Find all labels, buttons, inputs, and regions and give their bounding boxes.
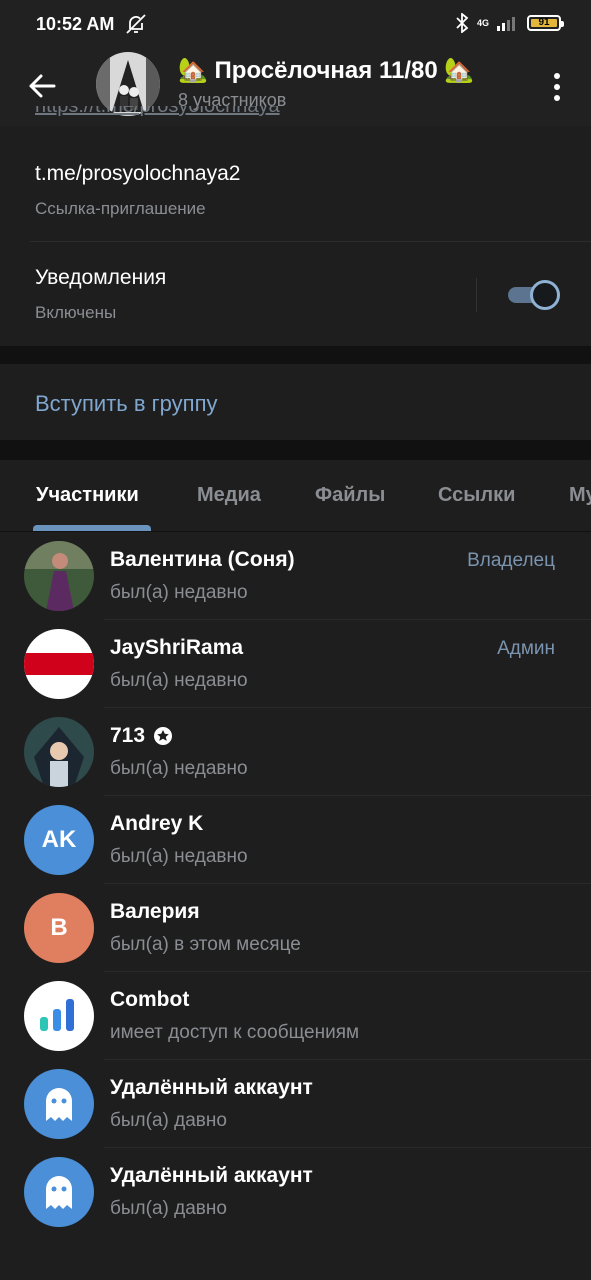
list-item[interactable]: Валентина (Соня) был(а) недавно Владелец — [0, 532, 591, 620]
member-status: был(а) недавно — [110, 582, 248, 603]
ghost-icon — [46, 1088, 72, 1121]
member-name: Удалённый аккаунт — [110, 1164, 313, 1187]
list-item[interactable]: JayShriRama был(а) недавно Админ — [0, 620, 591, 708]
group-link-partial[interactable]: https://t.me/prosyolochnaya — [35, 106, 280, 126]
list-item[interactable]: AK Andrey K был(а) недавно — [0, 796, 591, 884]
tab-media[interactable]: Медиа — [197, 484, 261, 507]
list-bottom-fill — [0, 1236, 591, 1280]
flag-avatar-image — [24, 629, 94, 699]
section-separator — [0, 346, 591, 364]
member-name: Combot — [110, 988, 190, 1011]
avatar-initials: В — [50, 914, 68, 941]
member-role-badge: Админ — [497, 638, 555, 659]
network-type: 4G — [476, 18, 489, 28]
status-icons: 4G 91 — [455, 13, 564, 33]
member-name: Валентина (Соня) — [110, 548, 295, 571]
member-photo — [24, 717, 94, 787]
more-vert-icon[interactable] — [545, 70, 569, 104]
member-name: 713 — [110, 724, 173, 748]
avatar — [24, 541, 94, 611]
bell-off-icon — [126, 14, 146, 34]
avatar: В — [24, 893, 94, 963]
battery-icon: 91 — [527, 15, 564, 31]
tab-links[interactable]: Ссылки — [438, 484, 515, 507]
group-title: 🏡 Просёлочная 11/80 🏡 — [178, 57, 475, 84]
join-group-button[interactable]: Вступить в группу — [35, 391, 218, 417]
ghost-icon — [46, 1176, 72, 1209]
invite-link-label: Ссылка-приглашение — [35, 199, 206, 218]
tab-members[interactable]: Участники — [36, 484, 139, 507]
avatar — [24, 1157, 94, 1227]
member-name: Andrey K — [110, 812, 204, 835]
avatar-initials: AK — [41, 826, 77, 853]
avatar — [24, 981, 94, 1051]
member-role-badge: Владелец — [467, 550, 555, 571]
list-item[interactable]: В Валерия был(а) в этом месяце — [0, 884, 591, 972]
list-item[interactable]: Удалённый аккаунт был(а) давно — [0, 1060, 591, 1148]
toggle-separator — [476, 278, 477, 312]
avatar — [24, 629, 94, 699]
status-bar: 10:52 AM 4G 91 — [0, 0, 591, 48]
member-status: был(а) недавно — [110, 758, 248, 779]
member-photo — [24, 541, 94, 611]
toggle-knob — [530, 280, 560, 310]
avatar — [24, 1069, 94, 1139]
shared-media-tabs: Участники Медиа Файлы Ссылки Му — [0, 460, 591, 532]
avatar — [24, 717, 94, 787]
bar-chart-icon — [40, 999, 74, 1031]
member-name: JayShriRama — [110, 636, 244, 659]
invite-link[interactable]: t.me/prosyolochnaya2 — [35, 162, 240, 186]
battery-level: 91 — [538, 17, 550, 28]
list-item[interactable]: Combot имеет доступ к сообщениям — [0, 972, 591, 1060]
status-time: 10:52 AM — [36, 14, 115, 34]
signal-icon — [497, 17, 515, 31]
tab-music[interactable]: Му — [569, 484, 591, 507]
avatar: AK — [24, 805, 94, 875]
notifications-toggle[interactable] — [508, 280, 560, 310]
info-divider — [30, 241, 591, 242]
bluetooth-icon — [456, 13, 469, 33]
member-status: был(а) недавно — [110, 670, 248, 691]
section-separator — [0, 440, 591, 460]
member-status: был(а) давно — [110, 1198, 227, 1219]
notifications-state: Включены — [35, 303, 117, 322]
member-name: Удалённый аккаунт — [110, 1076, 313, 1099]
list-item[interactable]: 713 был(а) недавно — [0, 708, 591, 796]
tab-files[interactable]: Файлы — [315, 484, 385, 507]
member-status: был(а) недавно — [110, 846, 248, 867]
member-name: Валерия — [110, 900, 200, 923]
member-status: был(а) в этом месяце — [110, 934, 301, 955]
list-item[interactable]: Удалённый аккаунт был(а) давно — [0, 1148, 591, 1236]
back-arrow-icon[interactable] — [24, 68, 60, 104]
member-status: имеет доступ к сообщениям — [110, 1022, 360, 1043]
notifications-label[interactable]: Уведомления — [35, 266, 166, 290]
star-badge-icon — [154, 727, 173, 745]
member-status: был(а) давно — [110, 1110, 227, 1131]
